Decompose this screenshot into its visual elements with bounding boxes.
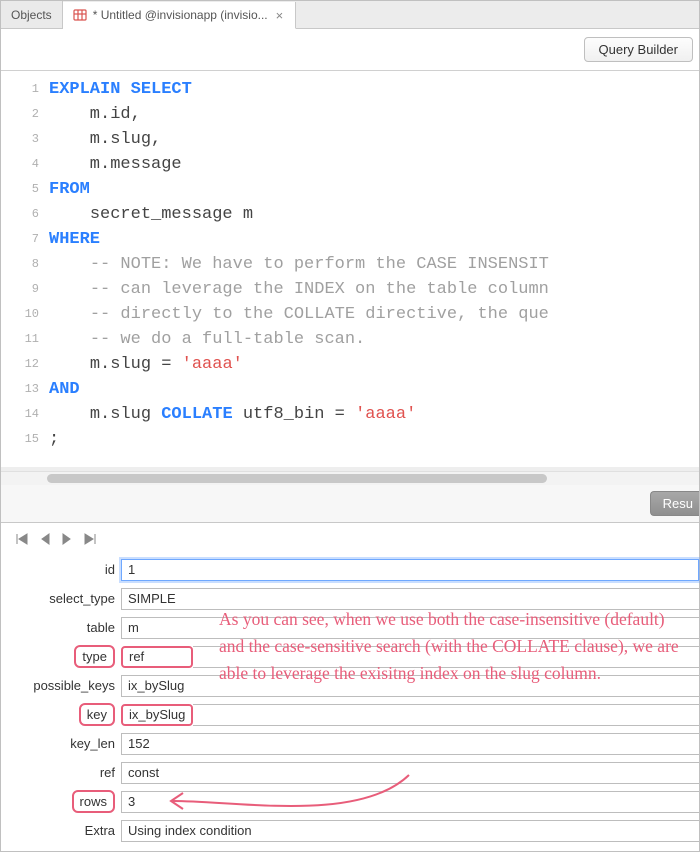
- kw-explain: EXPLAIN: [49, 80, 120, 99]
- row-table: table m: [1, 613, 699, 642]
- field-key[interactable]: ix_bySlug: [121, 704, 193, 726]
- label-id: id: [1, 562, 121, 577]
- row-extra: Extra Using index condition: [1, 816, 699, 845]
- comment-line: -- can leverage the INDEX on the table c…: [90, 280, 549, 299]
- field-select-type[interactable]: SIMPLE: [121, 588, 699, 610]
- nav-next-icon[interactable]: [61, 533, 73, 545]
- field-key-rest[interactable]: [193, 704, 699, 726]
- tab-active-query[interactable]: * Untitled @invisionapp (invisio... ×: [63, 2, 297, 29]
- editor-toolbar: Query Builder: [1, 29, 699, 71]
- nav-prev-icon[interactable]: [39, 533, 51, 545]
- field-type-rest[interactable]: [193, 646, 699, 668]
- predicate-2b: utf8_bin =: [233, 405, 355, 424]
- label-ref: ref: [1, 765, 121, 780]
- field-possible-keys[interactable]: ix_bySlug: [121, 675, 699, 697]
- tab-active-label: * Untitled @invisionapp (invisio...: [93, 8, 268, 22]
- label-type: type: [74, 645, 115, 668]
- label-possible-keys: possible_keys: [1, 678, 121, 693]
- close-icon[interactable]: ×: [274, 8, 286, 23]
- field-rows[interactable]: 3: [121, 791, 699, 813]
- row-id: id 1: [1, 555, 699, 584]
- comment-line: -- NOTE: We have to perform the CASE INS…: [90, 255, 549, 274]
- kw-collate: COLLATE: [161, 405, 232, 424]
- kw-from: FROM: [49, 180, 90, 199]
- label-select-type: select_type: [1, 591, 121, 606]
- scrollbar-thumb[interactable]: [47, 474, 547, 483]
- predicate-1: m.slug =: [90, 355, 182, 374]
- string-literal: 'aaaa': [355, 405, 416, 424]
- result-details: id 1 select_type SIMPLE table m type ref…: [1, 551, 699, 845]
- row-key-len: key_len 152: [1, 729, 699, 758]
- editor-horizontal-scrollbar[interactable]: [1, 471, 699, 485]
- col-id: id: [110, 105, 130, 124]
- comment-line: -- we do a full-table scan.: [90, 330, 365, 349]
- sql-editor[interactable]: 123456789101112131415 EXPLAIN SELECT m.i…: [1, 71, 699, 471]
- label-key-len: key_len: [1, 736, 121, 751]
- row-type: type ref: [1, 642, 699, 671]
- record-nav: [1, 523, 699, 551]
- semicolon: ;: [49, 430, 59, 449]
- kw-and: AND: [49, 380, 80, 399]
- label-table: table: [1, 620, 121, 635]
- label-rows: rows: [72, 790, 115, 813]
- results-header: Resu: [1, 485, 699, 523]
- comment-line: -- directly to the COLLATE directive, th…: [90, 305, 549, 324]
- tab-objects-label: Objects: [11, 8, 52, 22]
- field-key-len[interactable]: 152: [121, 733, 699, 755]
- row-ref: ref const: [1, 758, 699, 787]
- code-area[interactable]: EXPLAIN SELECT m.id, m.slug, m.message F…: [47, 71, 699, 467]
- field-extra[interactable]: Using index condition: [121, 820, 699, 842]
- field-id[interactable]: 1: [121, 559, 699, 581]
- field-ref[interactable]: const: [121, 762, 699, 784]
- kw-select: SELECT: [131, 80, 192, 99]
- col-slug: slug: [110, 130, 151, 149]
- row-rows: rows 3: [1, 787, 699, 816]
- line-gutter: 123456789101112131415: [1, 71, 47, 467]
- kw-where: WHERE: [49, 230, 100, 249]
- table-ref: secret_message m: [90, 205, 253, 224]
- app-frame: Objects * Untitled @invisionapp (invisio…: [0, 0, 700, 852]
- query-builder-button[interactable]: Query Builder: [584, 37, 693, 62]
- results-button[interactable]: Resu: [650, 491, 699, 516]
- tab-objects[interactable]: Objects: [1, 1, 63, 28]
- table-icon: [73, 8, 87, 22]
- field-type[interactable]: ref: [121, 646, 193, 668]
- nav-first-icon[interactable]: [15, 533, 29, 545]
- col-message: message: [110, 155, 181, 174]
- label-extra: Extra: [1, 823, 121, 838]
- string-literal: 'aaaa': [182, 355, 243, 374]
- label-key: key: [79, 703, 115, 726]
- predicate-2a: m.slug: [90, 405, 161, 424]
- row-key: key ix_bySlug: [1, 700, 699, 729]
- row-possible-keys: possible_keys ix_bySlug: [1, 671, 699, 700]
- field-table[interactable]: m: [121, 617, 699, 639]
- nav-last-icon[interactable]: [83, 533, 97, 545]
- row-select-type: select_type SIMPLE: [1, 584, 699, 613]
- tab-bar: Objects * Untitled @invisionapp (invisio…: [1, 1, 699, 29]
